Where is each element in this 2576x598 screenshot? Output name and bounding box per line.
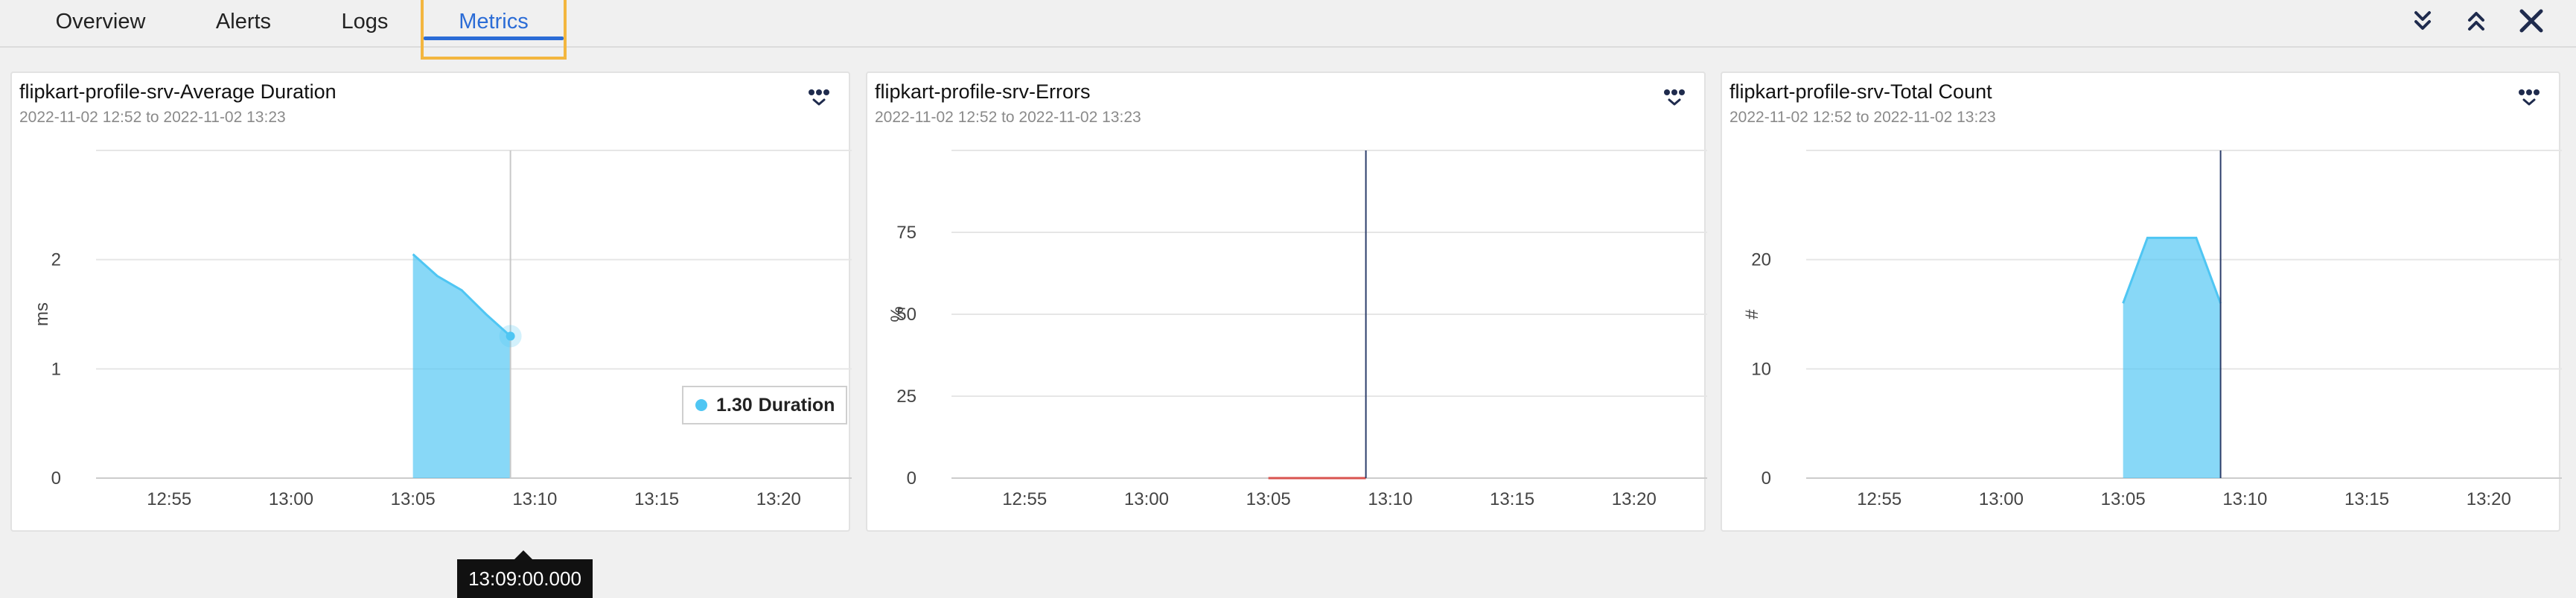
tab-alerts[interactable]: Alerts [201, 0, 286, 43]
y-tick-label: 0 [907, 468, 916, 489]
series-area [412, 254, 511, 478]
panel-errors: flipkart-profile-srv-Errors 2022-11-02 1… [866, 71, 1707, 532]
time-tooltip: 13:09:00.000 [457, 559, 593, 598]
legend-swatch [695, 399, 707, 411]
series-area [2123, 238, 2221, 478]
x-tick-label: 13:05 [391, 489, 436, 509]
x-tick-label: 12:55 [1857, 489, 1901, 509]
expand-all-icon[interactable] [2408, 6, 2438, 36]
panel-average-duration: flipkart-profile-srv-Average Duration 20… [10, 71, 852, 598]
x-tick-label: 13:15 [2344, 489, 2389, 509]
y-tick-label: 25 [896, 387, 916, 407]
tooltip-arrow [514, 550, 532, 559]
y-axis-label: # [1742, 309, 1762, 319]
x-tick-label: 13:20 [2467, 489, 2511, 509]
panel-total-count: flipkart-profile-srv-Total Count 2022-11… [1721, 71, 2562, 532]
x-tick-label: 13:15 [1490, 489, 1534, 509]
duration-chart: 0 1 2 12:55 13:00 13:05 13:10 13:15 13:20 ms [32, 150, 852, 509]
y-axis-label: % [887, 306, 908, 322]
x-tick-label: 13:10 [512, 489, 557, 509]
x-tick-label: 13:10 [1368, 489, 1412, 509]
total-count-chart: 0 10 20 12:55 13:00 13:05 13:10 13:15 13:20 # [1742, 150, 2562, 509]
errors-chart: 025507512:55 13:00 13:05 13:10 13:15 13:20% [887, 150, 1707, 509]
focus-ring [421, 0, 567, 60]
y-tick-label: 1 [51, 359, 61, 379]
tab-logs[interactable]: Logs [328, 0, 402, 43]
y-axis-label: ms [32, 302, 52, 326]
x-tick-label: 13:05 [1246, 489, 1291, 509]
x-tick-label: 12:55 [147, 489, 191, 509]
y-tick-label: 75 [896, 223, 916, 243]
y-tick-label: 0 [1762, 468, 1771, 489]
hover-point [506, 331, 515, 341]
x-tick-label: 13:00 [1979, 489, 2024, 509]
x-tick-label: 13:10 [2222, 489, 2267, 509]
x-tick-label: 12:55 [1002, 489, 1047, 509]
top-bar: Overview Alerts Logs Metrics [0, 0, 2576, 48]
tab-overview[interactable]: Overview [45, 0, 156, 43]
legend-label: Duration [758, 394, 835, 416]
y-tick-label: 10 [1751, 359, 1771, 379]
close-icon[interactable] [2516, 6, 2546, 36]
x-tick-label: 13:15 [634, 489, 679, 509]
y-tick-label: 20 [1751, 250, 1771, 270]
chart-legend: 1.30 Duration [682, 386, 847, 424]
y-tick-label: 0 [51, 468, 61, 489]
x-tick-label: 13:05 [2101, 489, 2146, 509]
y-tick-label: 2 [51, 250, 61, 270]
x-tick-label: 13:00 [269, 489, 313, 509]
x-tick-label: 13:20 [756, 489, 801, 509]
x-tick-label: 13:00 [1124, 489, 1169, 509]
legend-value: 1.30 [716, 394, 753, 416]
x-tick-label: 13:20 [1612, 489, 1657, 509]
collapse-all-icon[interactable] [2461, 6, 2491, 36]
